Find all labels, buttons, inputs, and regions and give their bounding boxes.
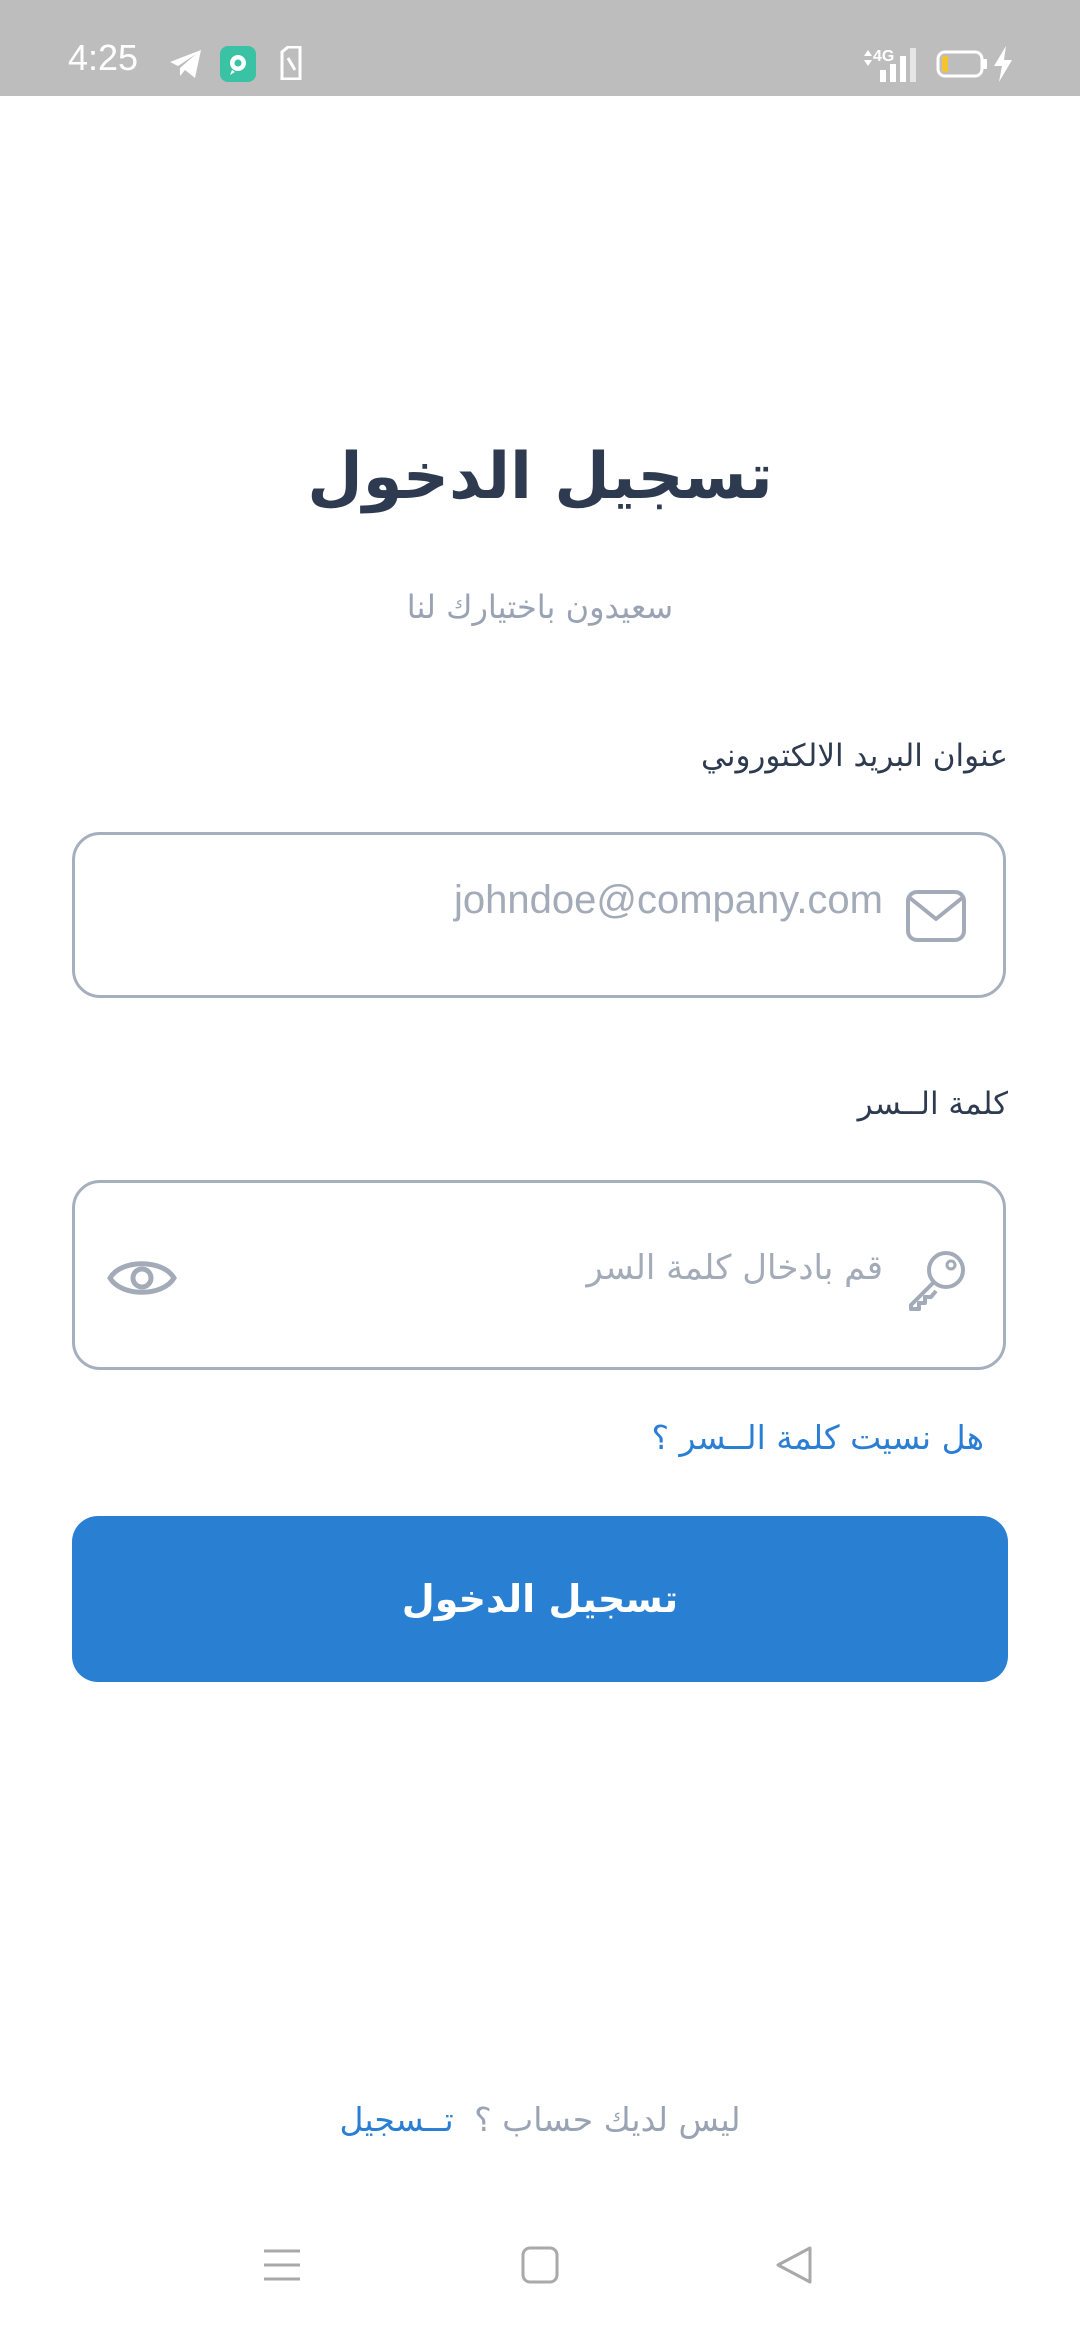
email-field-container <box>72 832 1006 998</box>
password-input[interactable] <box>185 1243 883 1293</box>
mail-icon <box>906 890 966 942</box>
signup-row: ليس لديك حساب ؟ تــسجيل <box>0 2100 1080 2139</box>
menu-icon[interactable] <box>262 2245 302 2285</box>
forgot-password-link[interactable]: هل نسيت كلمة الــسر ؟ <box>652 1418 984 1457</box>
no-account-text: ليس لديك حساب ؟ <box>474 2100 741 2139</box>
app-notification-icon <box>220 46 256 82</box>
telegram-icon <box>170 50 201 78</box>
battery-icon <box>936 50 987 78</box>
password-label: كلمة الــسر <box>857 1086 1008 1122</box>
login-button[interactable]: تسجيل الدخول <box>72 1516 1008 1682</box>
eye-icon[interactable] <box>107 1253 177 1303</box>
status-time: 4:25 <box>68 37 139 78</box>
back-icon[interactable] <box>774 2245 814 2285</box>
home-icon[interactable] <box>520 2245 560 2285</box>
email-label: عنوان البريد الالكتوروني <box>700 738 1008 774</box>
signup-link[interactable]: تــسجيل <box>339 2100 453 2139</box>
key-icon <box>909 1251 965 1311</box>
page-title: تسجيل الدخول <box>307 440 773 514</box>
sim-icon <box>280 46 302 80</box>
password-field-container <box>72 1180 1006 1370</box>
page-subtitle: سعيدون باختيارك لنا <box>406 588 674 626</box>
email-input[interactable] <box>175 875 883 925</box>
status-bar: 4:25 4G <box>0 0 1080 96</box>
charging-icon <box>994 46 1012 82</box>
signal-icon <box>864 48 916 82</box>
